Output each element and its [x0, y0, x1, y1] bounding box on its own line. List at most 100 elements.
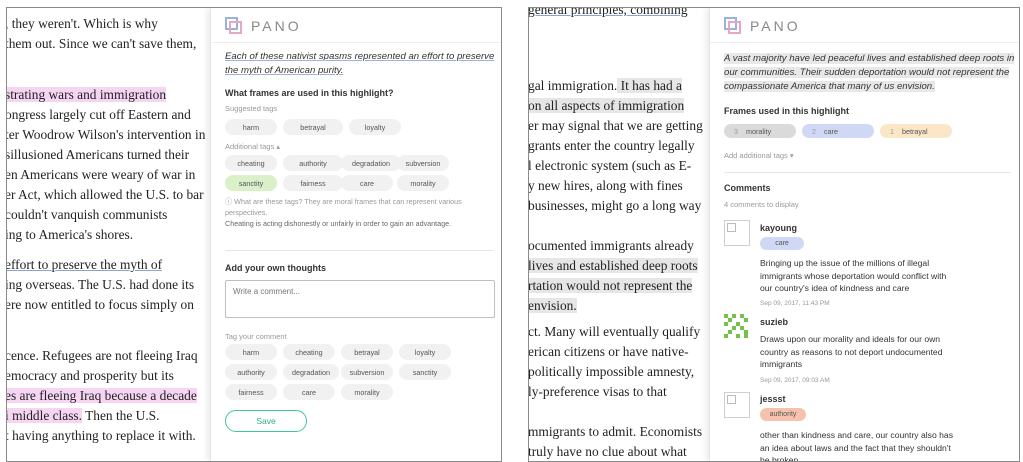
article-line: ct. Many will eventually qualify — [529, 324, 701, 339]
comment-input[interactable] — [225, 280, 495, 318]
highlight-quote: A vast majority have led peaceful lives … — [724, 53, 1015, 92]
article-line: ocumented immigrants already — [529, 238, 694, 253]
frame-betrayal[interactable]: 1 betrayal — [880, 124, 952, 138]
highlight-quote: Each of these nativist spasms represente… — [225, 51, 495, 76]
comment-username[interactable]: jessst — [760, 394, 786, 404]
article-line: sillusioned Americans turned their — [7, 147, 190, 162]
brand-name: PANO — [750, 18, 801, 34]
tag-care[interactable]: care — [341, 175, 393, 191]
comment-tag-fairness[interactable]: fairness — [225, 384, 277, 400]
article-line: er Act, which allowed the U.S. to bar — [7, 187, 204, 202]
brand: PANO — [724, 16, 801, 36]
pano-logo-icon — [225, 17, 243, 35]
avatar-broken-image-icon — [724, 220, 750, 246]
tag-comment-label: Tag your comment — [225, 332, 287, 341]
right-screenshot: general principles, combining gal immigr… — [528, 7, 1020, 462]
article-line: er may signal that we are getting — [529, 118, 703, 133]
highlight-span[interactable]: envision. — [529, 298, 577, 313]
comment-tag-harm[interactable]: harm — [225, 344, 277, 360]
article-line: envision. — [529, 296, 577, 316]
comment-username[interactable]: suzieb — [760, 317, 788, 327]
comment-tag-sanctity[interactable]: sanctity — [399, 364, 451, 380]
highlight-span[interactable]: on all aspects of immigration — [529, 98, 685, 113]
article-line: es are fleeing Iraq because a decade — [7, 386, 197, 406]
thoughts-heading: Add your own thoughts — [225, 263, 326, 273]
article-text: , they weren't. Which is why them out. S… — [7, 8, 210, 461]
tag-degradation[interactable]: degradation — [341, 155, 401, 171]
highlight-span[interactable]: es are fleeing Iraq because a decade — [7, 388, 197, 403]
tag-sanctity-selected[interactable]: sanctity — [225, 175, 277, 191]
avatar-broken-image-icon — [724, 392, 750, 418]
highlight-span[interactable]: i middle class. — [7, 408, 82, 423]
tag-cheating[interactable]: cheating — [225, 155, 277, 171]
additional-tags-toggle[interactable]: Additional tags ▴ — [225, 142, 280, 151]
annotation-panel: PANO A vast majority have led peaceful l… — [709, 8, 1019, 462]
frames-question: What frames are used in this highlight? — [225, 88, 394, 98]
comment-tag-betrayal[interactable]: betrayal — [341, 344, 393, 360]
article-line: ly-preference visas to that — [529, 384, 667, 399]
article-line: ere now entitled to focus simply on — [7, 297, 194, 312]
comment-tag-authority[interactable]: authority — [225, 364, 277, 380]
article-line: on all aspects of immigration — [529, 96, 685, 116]
highlight-span[interactable]: rtation would not represent the — [529, 278, 693, 293]
article-line: t having anything to replace it with. — [7, 428, 196, 443]
article-line: erican citizens or have native- — [529, 344, 689, 359]
comments-count: 4 comments to display — [724, 200, 799, 209]
article-line: mmigrants to admit. Economists — [529, 424, 703, 439]
save-button[interactable]: Save — [225, 410, 307, 432]
add-tags-link[interactable]: Add additional tags ▾ — [724, 151, 794, 160]
comments-heading: Comments — [724, 183, 771, 193]
brand-name: PANO — [251, 18, 302, 34]
article-line: ing overseas. The U.S. had done its — [7, 277, 195, 292]
article-line: truly have no clue about what — [529, 444, 687, 459]
tag-harm[interactable]: harm — [225, 119, 277, 135]
article-line: general principles, combining — [529, 8, 688, 17]
article-line: ongress largely cut off Eastern and — [7, 107, 191, 122]
article-line: , they weren't. Which is why — [7, 16, 158, 31]
comment-tag: authority — [760, 408, 806, 421]
tag-loyalty[interactable]: loyalty — [349, 119, 401, 135]
comment-tag-degradation[interactable]: degradation — [283, 364, 339, 380]
article-line: i middle class. Then the U.S. — [7, 408, 160, 423]
tag-fairness[interactable]: fairness — [283, 175, 343, 191]
article-line: ter Woodrow Wilson's intervention in — [7, 127, 206, 142]
comment-tag-care[interactable]: care — [283, 384, 335, 400]
left-screenshot: , they weren't. Which is why them out. S… — [6, 7, 502, 462]
article-line: businesses, might go a long way — [529, 198, 702, 213]
comment-tag-cheating[interactable]: cheating — [283, 344, 335, 360]
comment-tag-subversion[interactable]: subversion — [341, 364, 393, 380]
frames-heading: Frames used in this highlight — [724, 106, 850, 116]
frame-morality[interactable]: 3 morality — [724, 124, 796, 138]
article-line: couldn't vanquish communists — [7, 207, 168, 222]
article-text: general principles, combining gal immigr… — [529, 8, 709, 461]
article-line: politically impossible amnesty, — [529, 364, 695, 379]
annotation-panel: PANO Each of these nativist spasms repre… — [210, 8, 501, 461]
tag-betrayal[interactable]: betrayal — [283, 119, 343, 135]
comment-tag-loyalty[interactable]: loyalty — [399, 344, 451, 360]
tag-authority[interactable]: authority — [283, 155, 343, 171]
comment-timestamp: Sep 09, 2017, 09:03 AM — [760, 377, 830, 384]
article-line: l electronic system (such as E- — [529, 158, 692, 173]
comment-tag: care — [760, 237, 804, 250]
article-line: emocracy and prosperity but its — [7, 368, 174, 383]
article-line: them out. Since we can't save them, — [7, 36, 197, 51]
suggested-tags-label: Suggested tags — [225, 104, 278, 113]
identicon-avatar-icon — [724, 314, 750, 340]
comment-text: other than kindness and care, our countr… — [760, 430, 953, 462]
highlight-span[interactable]: It has had a — [617, 78, 682, 93]
highlight-span[interactable]: lives and established deep roots — [529, 258, 698, 273]
article-line: grants enter the country legally — [529, 138, 695, 153]
tag-morality[interactable]: morality — [397, 175, 449, 191]
comment-text: Bringing up the issue of the millions of… — [760, 258, 947, 293]
article-line: y new hires, along with fines — [529, 178, 683, 193]
comment-tag-morality[interactable]: morality — [341, 384, 393, 400]
article-line[interactable]: effort to preserve the myth of — [7, 255, 162, 275]
article-line: cence. Refugees are not fleeing Iraq — [7, 348, 198, 363]
comment-username[interactable]: kayoung — [760, 223, 797, 233]
tag-subversion[interactable]: subversion — [397, 155, 449, 171]
frame-care[interactable]: 2 care — [802, 124, 874, 138]
highlight-span[interactable]: strating wars and immigration — [7, 87, 167, 102]
brand: PANO — [225, 16, 302, 36]
pano-logo-icon — [724, 17, 742, 35]
comment-timestamp: Sep 09, 2017, 11:43 PM — [760, 300, 830, 307]
